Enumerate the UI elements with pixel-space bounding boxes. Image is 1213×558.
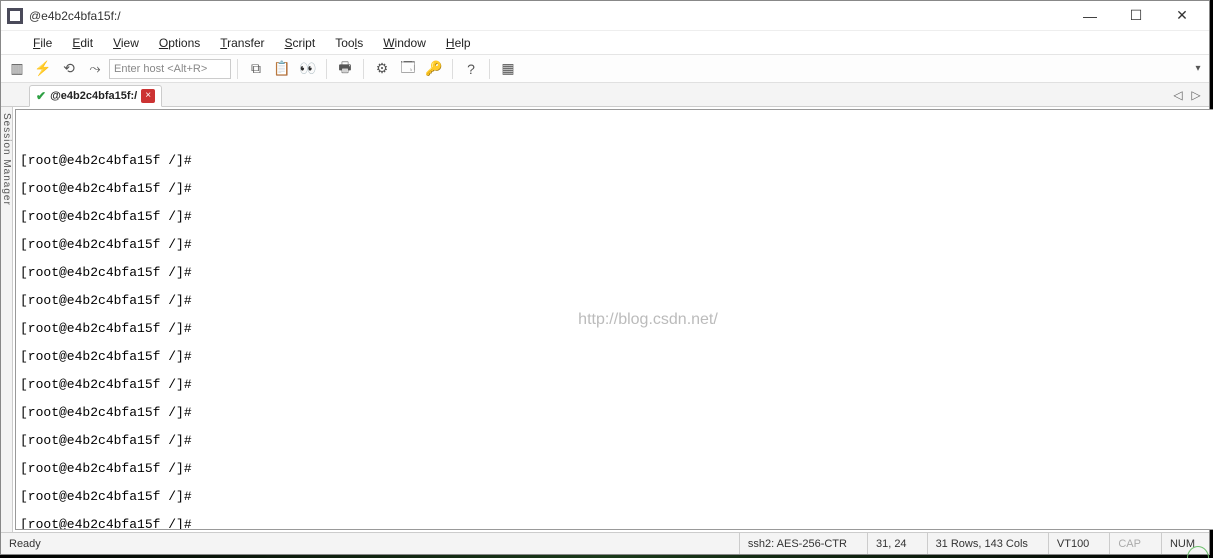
quick-connect-icon[interactable]: ⚡ xyxy=(31,57,55,81)
global-options-icon[interactable]: 🗔 xyxy=(396,57,420,81)
separator-2 xyxy=(326,59,327,79)
tab-prev-button[interactable]: ◁ xyxy=(1169,88,1187,102)
close-button[interactable]: ✕ xyxy=(1159,1,1205,31)
app-icon xyxy=(7,8,23,24)
term-line: [root@e4b2c4bfa15f /]# xyxy=(20,518,1213,529)
term-line: [root@e4b2c4bfa15f /]# xyxy=(20,294,1213,308)
status-size: 31 Rows, 143 Cols xyxy=(927,533,1036,554)
toolbar: ▥ ⚡ ⟲ ⤳ Enter host <Alt+R> ⧉ 📋 👀 🖶 ⚙ 🗔 🔑… xyxy=(1,55,1209,83)
minimize-button[interactable]: — xyxy=(1067,1,1113,31)
menu-options[interactable]: Options xyxy=(149,34,210,52)
menu-script[interactable]: Script xyxy=(275,34,326,52)
tab-bar: ✔ @e4b2c4bfa15f:/ × ◁ ▷ xyxy=(1,83,1209,107)
term-line: [root@e4b2c4bfa15f /]# xyxy=(20,238,1213,252)
titlebar[interactable]: @e4b2c4bfa15f:/ — ☐ ✕ xyxy=(1,1,1209,31)
host-placeholder: Enter host <Alt+R> xyxy=(114,63,207,75)
help-icon[interactable]: ? xyxy=(459,57,483,81)
term-line: [root@e4b2c4bfa15f /]# xyxy=(20,462,1213,476)
status-caps: CAP xyxy=(1109,533,1149,554)
window-title: @e4b2c4bfa15f:/ xyxy=(29,9,1067,23)
session-tab[interactable]: ✔ @e4b2c4bfa15f:/ × xyxy=(29,85,162,107)
tab-label: @e4b2c4bfa15f:/ xyxy=(50,90,137,102)
menu-transfer[interactable]: Transfer xyxy=(210,34,274,52)
menu-tools[interactable]: Tools xyxy=(325,34,373,52)
term-line: [root@e4b2c4bfa15f /]# xyxy=(20,154,1213,168)
term-line: [root@e4b2c4bfa15f /]# xyxy=(20,322,1213,336)
maximize-button[interactable]: ☐ xyxy=(1113,1,1159,31)
term-line: [root@e4b2c4bfa15f /]# xyxy=(20,406,1213,420)
session-manager-panel[interactable]: Session Manager xyxy=(1,107,13,532)
copy-icon[interactable]: ⧉ xyxy=(244,57,268,81)
work-area: Session Manager http://blog.csdn.net/ [r… xyxy=(1,107,1209,532)
window-controls: — ☐ ✕ xyxy=(1067,1,1205,31)
toolbar-overflow-icon[interactable]: ▾ xyxy=(1191,57,1205,81)
terminal-container: http://blog.csdn.net/ [root@e4b2c4bfa15f… xyxy=(15,109,1213,530)
tab-close-button[interactable]: × xyxy=(141,89,155,103)
menu-window[interactable]: Window xyxy=(373,34,436,52)
separator-3 xyxy=(363,59,364,79)
term-line: [root@e4b2c4bfa15f /]# xyxy=(20,434,1213,448)
menu-help[interactable]: Help xyxy=(436,34,481,52)
menu-view[interactable]: View xyxy=(103,34,149,52)
menu-edit[interactable]: Edit xyxy=(62,34,103,52)
find-icon[interactable]: 👀 xyxy=(296,57,320,81)
settings-icon[interactable]: ⚙ xyxy=(370,57,394,81)
terminal[interactable]: http://blog.csdn.net/ [root@e4b2c4bfa15f… xyxy=(16,110,1213,529)
term-line: [root@e4b2c4bfa15f /]# xyxy=(20,210,1213,224)
menu-file[interactable]: File xyxy=(23,34,62,52)
separator-5 xyxy=(489,59,490,79)
new-session-icon[interactable]: ▥ xyxy=(5,57,29,81)
app-window: @e4b2c4bfa15f:/ — ☐ ✕ File Edit View Opt… xyxy=(0,0,1210,555)
tab-next-button[interactable]: ▷ xyxy=(1187,88,1205,102)
separator-4 xyxy=(452,59,453,79)
host-input[interactable]: Enter host <Alt+R> xyxy=(109,59,231,79)
term-line: [root@e4b2c4bfa15f /]# xyxy=(20,378,1213,392)
separator-1 xyxy=(237,59,238,79)
connected-icon: ✔ xyxy=(36,89,46,103)
print-icon[interactable]: 🖶 xyxy=(333,57,357,81)
disconnect-icon[interactable]: ⤳ xyxy=(83,57,107,81)
reconnect-icon[interactable]: ⟲ xyxy=(57,57,81,81)
status-term-type: VT100 xyxy=(1048,533,1097,554)
term-line: [root@e4b2c4bfa15f /]# xyxy=(20,490,1213,504)
key-icon[interactable]: 🔑 xyxy=(422,57,446,81)
window-tile-icon[interactable]: ▦ xyxy=(496,57,520,81)
status-cursor-pos: 31, 24 xyxy=(867,533,915,554)
term-line: [root@e4b2c4bfa15f /]# xyxy=(20,182,1213,196)
status-ready: Ready xyxy=(7,538,41,550)
status-bar: Ready ssh2: AES-256-CTR 31, 24 31 Rows, … xyxy=(1,532,1209,554)
status-connection: ssh2: AES-256-CTR xyxy=(739,533,855,554)
term-line: [root@e4b2c4bfa15f /]# xyxy=(20,350,1213,364)
paste-icon[interactable]: 📋 xyxy=(270,57,294,81)
term-line: [root@e4b2c4bfa15f /]# xyxy=(20,266,1213,280)
menubar: File Edit View Options Transfer Script T… xyxy=(1,31,1209,55)
